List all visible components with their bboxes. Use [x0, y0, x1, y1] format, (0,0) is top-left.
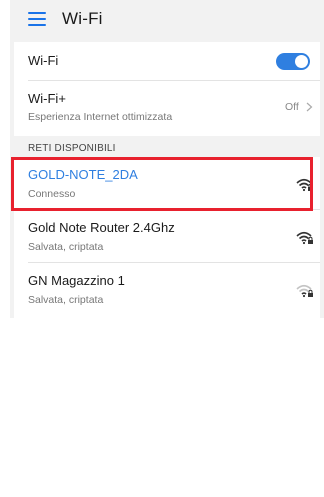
- wifi-toggle-row[interactable]: Wi-Fi: [14, 42, 320, 80]
- wifi-toggle-switch[interactable]: [276, 53, 310, 70]
- wifiplus-description: Esperienza Internet ottimizzata: [28, 111, 173, 123]
- network-status: Salvata, criptata: [28, 294, 104, 306]
- network-status: Connesso: [28, 188, 76, 200]
- hamburger-menu-icon[interactable]: [28, 12, 46, 26]
- wifiplus-row[interactable]: Wi-Fi+ Esperienza Internet ottimizzata O…: [14, 81, 320, 136]
- title-bar: Wi-Fi: [10, 0, 324, 40]
- wifiplus-label: Wi-Fi+: [28, 91, 66, 106]
- wifiplus-status: Off: [285, 101, 299, 113]
- network-row-gn-magazzino[interactable]: GN Magazzino 1 Salvata, criptata: [14, 263, 320, 315]
- available-networks-header: RETI DISPONIBILI: [28, 143, 116, 154]
- wifi-settings-screen: Wi-Fi Wi-Fi Wi-Fi+ Esperienza Internet o…: [10, 0, 324, 318]
- network-name: GOLD-NOTE_2DA: [28, 167, 138, 182]
- network-name: GN Magazzino 1: [28, 273, 125, 288]
- wifi-lock-weak-icon: [296, 284, 313, 298]
- toggle-knob: [295, 55, 308, 68]
- page-title: Wi-Fi: [62, 9, 103, 28]
- network-row-gold-note-router[interactable]: Gold Note Router 2.4Ghz Salvata, criptat…: [14, 210, 320, 262]
- wifi-settings-card: Wi-Fi Wi-Fi+ Esperienza Internet ottimiz…: [14, 42, 320, 136]
- network-row-gold-note-2da[interactable]: GOLD-NOTE_2DA Connesso: [14, 157, 320, 209]
- wifi-lock-icon: [296, 231, 313, 245]
- wifi-lock-icon: [296, 178, 313, 192]
- networks-list: GOLD-NOTE_2DA Connesso Gold Note Router …: [14, 157, 320, 318]
- chevron-right-icon: [306, 102, 313, 112]
- wifi-label: Wi-Fi: [28, 53, 59, 68]
- network-status: Salvata, criptata: [28, 241, 104, 253]
- network-name: Gold Note Router 2.4Ghz: [28, 220, 175, 235]
